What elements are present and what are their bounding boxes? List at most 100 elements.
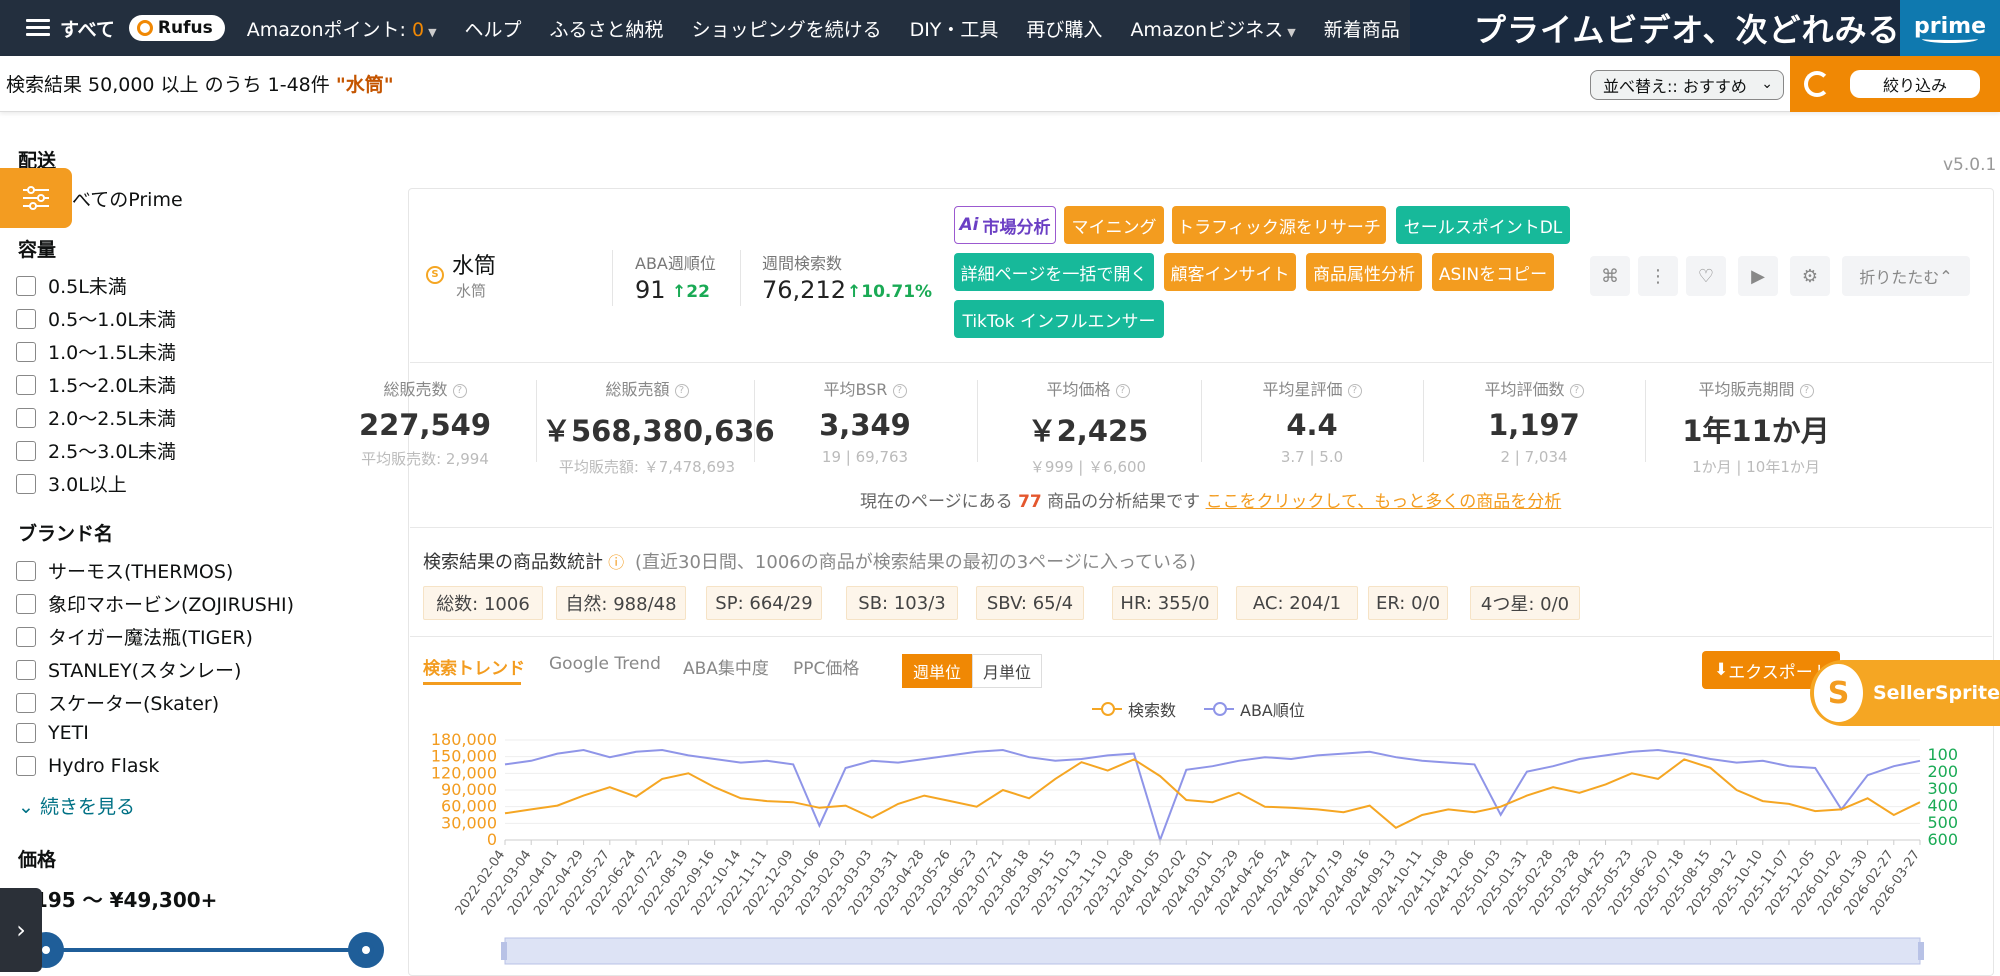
metric-value: ￥568,380,636 [542, 414, 775, 448]
ai-market-analysis-button[interactable]: Ai 市場分析 [954, 206, 1056, 244]
series-line-search-volume [504, 758, 1921, 829]
brand-option[interactable]: スケーター(Skater) [16, 689, 219, 716]
filter-button[interactable]: 絞り込み [1850, 70, 1980, 98]
analyze-more-link[interactable]: ここをクリックして、もっと多くの商品を分析 [1206, 492, 1562, 512]
price-slider-track[interactable] [44, 948, 366, 952]
checkbox[interactable] [16, 407, 36, 428]
checkbox[interactable] [16, 593, 36, 614]
nav-furusato[interactable]: ふるさと納税 [550, 15, 664, 42]
checkbox[interactable] [16, 308, 36, 329]
metric-card: 平均星評価 ? 4.4 3.7 | 5.0 [1207, 376, 1417, 466]
grid-icon[interactable]: ⌘ [1590, 256, 1630, 296]
prime-video-banner[interactable]: プライムビデオ、次どれみる？ prime [1410, 0, 2000, 56]
see-more-link[interactable]: ⌄ 続きを見る [18, 792, 135, 819]
product-attribute-button[interactable]: 商品属性分析 [1306, 253, 1422, 291]
loading-icon [1804, 71, 1830, 97]
help-icon[interactable]: ⓘ [603, 553, 624, 572]
checkbox[interactable] [16, 374, 36, 395]
zoom-handle-right [1918, 942, 1924, 960]
legend-rank[interactable]: ABA順位 [1204, 697, 1305, 721]
brand-option[interactable]: 象印マホービン(ZOJIRUSHI) [16, 590, 294, 617]
search-trend-chart[interactable]: 180,000150,000120,00090,00060,00030,0000… [410, 724, 1992, 976]
checkbox[interactable] [16, 756, 36, 776]
help-icon[interactable]: ? [1347, 383, 1362, 398]
nav-points[interactable]: Amazonポイント: 0 ▼ [247, 15, 437, 42]
expand-panel-tab[interactable]: › [0, 888, 42, 972]
help-icon[interactable]: ? [674, 383, 689, 398]
monthly-toggle[interactable]: 月単位 [972, 654, 1042, 688]
price-slider-max-handle[interactable] [348, 932, 384, 968]
chevron-up-icon: ⌃ [1939, 266, 1953, 286]
tab-google-trend[interactable]: Google Trend [549, 654, 661, 674]
capacity-option[interactable]: 0.5L未満 [16, 272, 127, 299]
nav-buy-again[interactable]: 再び購入 [1026, 15, 1102, 42]
checkbox[interactable] [16, 692, 36, 713]
count-chip: 4つ星: 0/0 [1470, 586, 1580, 620]
nav-continue-shopping[interactable]: ショッピングを続ける [692, 15, 882, 42]
checkbox[interactable] [16, 275, 36, 296]
rufus-button[interactable]: Rufus [128, 15, 225, 41]
prime-logo: prime [1900, 0, 2000, 56]
download-icon: ⬇ [1714, 660, 1729, 680]
checkbox[interactable] [16, 473, 36, 494]
brand-option-label: YETI [48, 722, 89, 744]
customer-insight-button[interactable]: 顧客インサイト [1164, 253, 1296, 291]
tab-aba-concentration[interactable]: ABA集中度 [683, 654, 769, 679]
video-icon[interactable]: ▶ [1738, 256, 1778, 296]
brand-option[interactable]: Hydro Flask [16, 755, 159, 777]
divider [410, 527, 1992, 528]
chevron-down-icon: ▼ [1287, 25, 1296, 39]
checkbox[interactable] [16, 341, 36, 362]
capacity-option[interactable]: 1.5〜2.0L未満 [16, 371, 176, 398]
open-detail-pages-button[interactable]: 詳細ページを一括で開く [954, 253, 1154, 291]
heart-icon[interactable]: ♡ [1686, 256, 1726, 296]
brand-option[interactable]: STANLEY(スタンレー) [16, 656, 241, 683]
mining-button[interactable]: マイニング [1064, 206, 1164, 244]
checkbox[interactable] [16, 626, 36, 647]
divider [754, 380, 755, 462]
collapse-button[interactable]: 折りたたむ ⌃ [1842, 256, 1970, 296]
weekly-toggle[interactable]: 週単位 [902, 654, 972, 688]
tiktok-influencer-button[interactable]: TikTok インフルエンサー [954, 300, 1164, 338]
sellersprite-filter-button[interactable] [0, 168, 72, 228]
brand-option[interactable]: YETI [16, 722, 89, 744]
brand-option[interactable]: タイガー魔法瓶(TIGER) [16, 623, 253, 650]
legend-search[interactable]: 検索数 [1092, 697, 1176, 721]
selling-points-download-button[interactable]: セールスポイントDL [1396, 206, 1570, 244]
prime-filter-link[interactable]: べてのPrime [72, 185, 183, 212]
help-icon[interactable]: ? [1569, 383, 1584, 398]
settings-icon[interactable]: ⚙ [1790, 256, 1830, 296]
checkbox[interactable] [16, 723, 36, 743]
all-menu-button[interactable]: すべて [0, 15, 129, 42]
capacity-option[interactable]: 0.5〜1.0L未満 [16, 305, 176, 332]
brand-option[interactable]: サーモス(THERMOS) [16, 557, 233, 584]
capacity-option[interactable]: 3.0L以上 [16, 470, 127, 497]
help-icon[interactable]: ? [892, 383, 907, 398]
nav-diy[interactable]: DIY・工具 [910, 15, 999, 42]
copy-asin-button[interactable]: ASINをコピー [1432, 253, 1554, 291]
sort-select[interactable]: 並べ替え:: おすすめ ⌄ [1590, 70, 1784, 100]
checkbox[interactable] [16, 560, 36, 581]
help-icon[interactable]: ? [1115, 383, 1130, 398]
capacity-option-label: 2.0〜2.5L未満 [48, 408, 177, 430]
more-vertical-icon[interactable]: ⋮ [1638, 256, 1678, 296]
divider [410, 362, 1992, 363]
help-icon[interactable]: ? [1799, 383, 1814, 398]
tab-ppc-price[interactable]: PPC価格 [793, 654, 859, 679]
nav-business[interactable]: Amazonビジネス ▼ [1130, 15, 1295, 42]
nav-help[interactable]: ヘルプ [465, 15, 522, 42]
see-more-label: 続きを見る [39, 796, 135, 818]
capacity-option[interactable]: 2.0〜2.5L未満 [16, 404, 176, 431]
help-icon[interactable]: ? [452, 383, 467, 398]
brand-option-label: サーモス(THERMOS) [48, 561, 234, 583]
metric-sub: 3.7 | 5.0 [1280, 448, 1344, 466]
traffic-research-button[interactable]: トラフィック源をリサーチ [1172, 206, 1386, 244]
metric-sub: 1か月 | 10年1か月 [1692, 458, 1820, 476]
capacity-option[interactable]: 1.0〜1.5L未満 [16, 338, 176, 365]
sellersprite-badge[interactable]: S SellerSprite [1810, 660, 2000, 726]
capacity-option[interactable]: 2.5〜3.0L未満 [16, 437, 176, 464]
nav-new-arrivals[interactable]: 新着商品 [1324, 15, 1400, 42]
tab-search-trend[interactable]: 検索トレンド [423, 654, 525, 679]
checkbox[interactable] [16, 659, 36, 680]
checkbox[interactable] [16, 440, 36, 461]
